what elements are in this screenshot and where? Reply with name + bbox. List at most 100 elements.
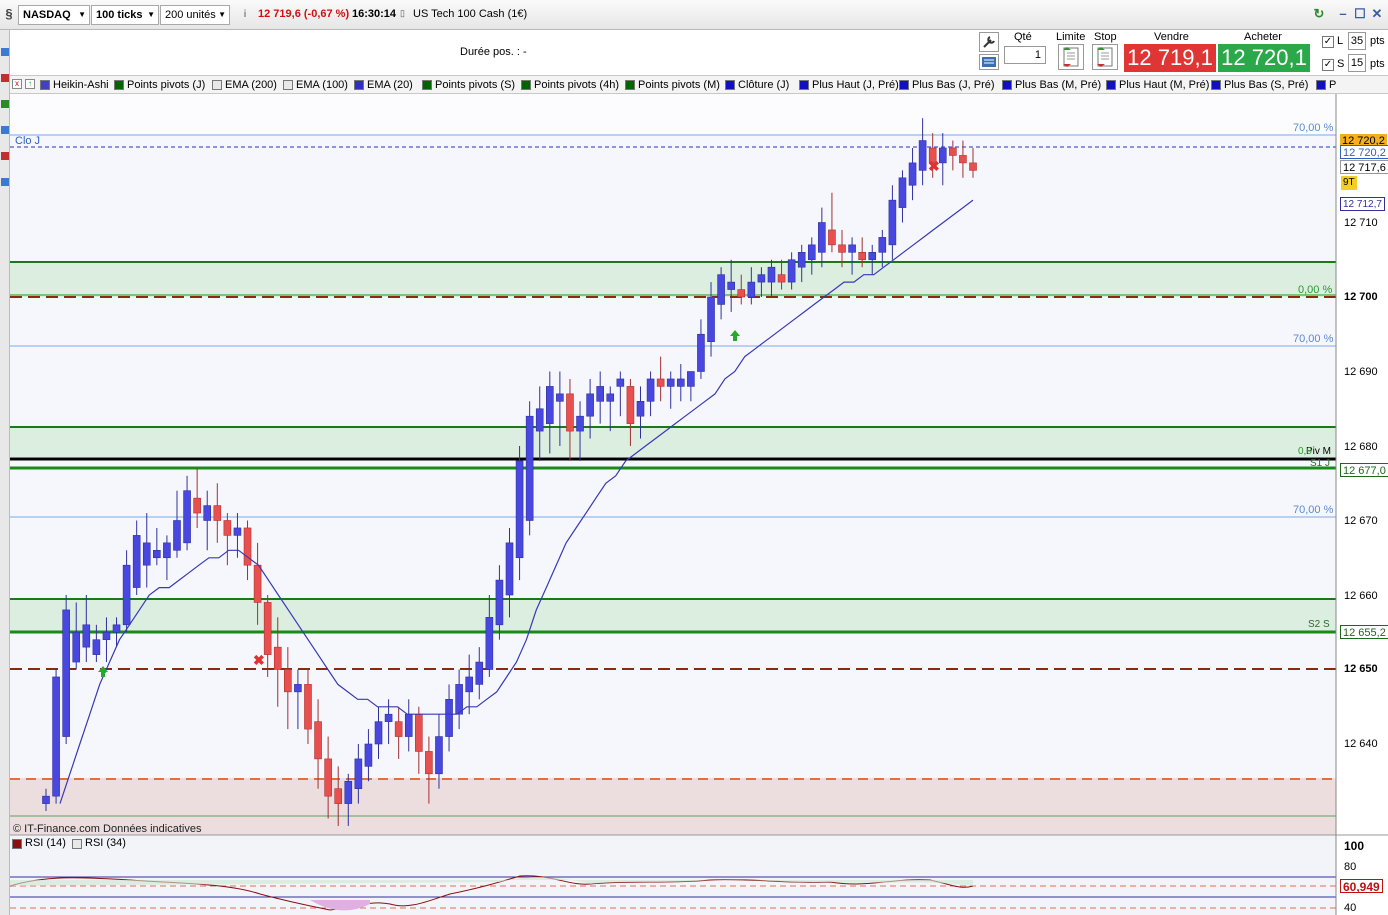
instrument-select[interactable]: NASDAQ ▼ [18, 5, 90, 25]
rsi-34-item[interactable]: RSI (34) [72, 837, 126, 849]
indicator-item[interactable]: Points pivots (S) [422, 78, 515, 92]
indicator-item[interactable]: Points pivots (4h) [521, 78, 619, 92]
candle-body [324, 758, 332, 797]
quantity-value: 1 [1034, 49, 1041, 61]
stop-order-icon [1097, 47, 1113, 67]
indicator-swatch [625, 80, 635, 90]
candle-body [273, 646, 282, 670]
stop-points-input[interactable]: 15 [1348, 54, 1366, 72]
limit-checkbox[interactable]: ✓ [1322, 36, 1334, 48]
price-chart[interactable]: ✖✖ [10, 94, 1388, 915]
limit-points-input[interactable]: 35 [1348, 32, 1366, 50]
candle-body [515, 460, 524, 559]
indicator-swatch [422, 80, 432, 90]
tool-icon[interactable] [1, 126, 9, 134]
rsi-34-swatch [72, 839, 82, 849]
candle-body [284, 669, 292, 693]
indicator-item[interactable]: Heikin-Ashi [40, 78, 109, 92]
price-tag-s1: 12 677,0 [1340, 463, 1388, 477]
candle-body [747, 281, 756, 298]
resistance-zone [10, 778, 1336, 835]
refresh-icon[interactable]: ↻ [1312, 7, 1326, 21]
fib-pct-label: 70,00 % [1293, 122, 1334, 134]
candle-body [233, 527, 242, 536]
indicator-item[interactable]: Plus Bas (J, Pré) [899, 78, 995, 92]
stop-order-button[interactable] [1092, 44, 1118, 70]
candle-body [92, 639, 101, 655]
chevron-down-icon: ▼ [218, 10, 226, 19]
candle-body [253, 564, 262, 603]
close-icon[interactable]: ✕ [1370, 7, 1384, 21]
y-tick-label: 12 640 [1344, 738, 1378, 750]
quantity-input[interactable]: 1 [1004, 46, 1046, 64]
sell-button[interactable]: 12 719,1 [1124, 44, 1216, 72]
indicator-item[interactable]: Points pivots (J) [114, 78, 205, 92]
tool-icon[interactable] [1, 100, 9, 108]
indicator-item[interactable]: Points pivots (M) [625, 78, 720, 92]
y-tick-label: 12 660 [1344, 590, 1378, 602]
units-value: 200 unités [165, 9, 216, 21]
quantity-label: Qté [1014, 31, 1032, 43]
candle-body [455, 684, 463, 715]
indicator-swatch [521, 80, 531, 90]
candle-body [727, 281, 735, 290]
y-tick-label: 12 700 [1344, 291, 1378, 303]
indicator-item[interactable]: EMA (100) [283, 78, 348, 92]
buy-button[interactable]: 12 720,1 [1218, 44, 1310, 72]
indicator-swatch [1211, 80, 1221, 90]
close-indicator-icon[interactable]: x [12, 79, 22, 89]
s1-day-label: S1 J [1310, 458, 1331, 469]
rsi-14-item[interactable]: RSI (14) [12, 837, 66, 849]
indicator-item[interactable]: EMA (200) [212, 78, 277, 92]
indicator-item[interactable]: P [1316, 78, 1336, 92]
tool-icon[interactable] [1, 48, 9, 56]
indicator-swatch [114, 80, 124, 90]
indicator-item[interactable]: Clôture (J) [725, 78, 789, 92]
indicator-item[interactable]: Plus Haut (J, Pré) [799, 78, 899, 92]
indicator-item[interactable]: Plus Bas (M, Pré) [1002, 78, 1101, 92]
candle-body [465, 676, 473, 693]
indicator-item[interactable]: Plus Bas (S, Pré) [1211, 78, 1308, 92]
buy-price: 12 720,1 [1221, 45, 1307, 70]
candle-body [938, 147, 947, 164]
candle-body [495, 579, 504, 626]
candle-body [112, 624, 121, 633]
calculator-icon-svg [982, 57, 996, 67]
candle-body [656, 378, 665, 387]
indicator-label: Plus Bas (S, Pré) [1224, 79, 1309, 91]
calculator-icon[interactable] [979, 54, 999, 70]
tool-icon[interactable] [1, 74, 9, 82]
candle-body [807, 244, 816, 261]
indicator-item[interactable]: EMA (20) [354, 78, 413, 92]
rsi-34-label: RSI (34) [85, 837, 126, 849]
candle-body [415, 713, 423, 752]
wrench-icon[interactable] [979, 32, 999, 52]
candle-body [969, 162, 977, 171]
units-select[interactable]: 200 unités ▼ [160, 5, 230, 25]
doc-icon[interactable]: ▯ [400, 8, 405, 19]
tool-icon[interactable] [1, 178, 9, 186]
candle-body [213, 505, 222, 521]
indicator-label: Points pivots (M) [638, 79, 720, 91]
maximize-icon[interactable]: ☐ [1353, 7, 1367, 21]
candle-body [908, 162, 917, 186]
limit-order-button[interactable] [1058, 44, 1084, 70]
instrument-value: NASDAQ [23, 9, 71, 21]
minimize-icon[interactable]: – [1336, 7, 1350, 21]
rsi-axis-label: 100 [1344, 839, 1365, 853]
tool-icon[interactable] [1, 152, 9, 160]
indicator-bar: x ↑ Heikin-Ashi Points pivots (J) EMA (200… [10, 76, 1388, 94]
candle-body [142, 542, 151, 566]
candle-body [294, 684, 302, 693]
candle-body [676, 378, 685, 387]
indicator-swatch [799, 80, 809, 90]
add-indicator-icon[interactable]: ↑ [25, 79, 35, 89]
indicator-item[interactable]: Plus Haut (M, Pré) [1106, 78, 1209, 92]
stop-checkbox[interactable]: ✓ [1322, 59, 1334, 71]
indicator-label: Plus Haut (M, Pré) [1119, 79, 1210, 91]
timeframe-select[interactable]: 100 ticks ▼ [91, 5, 159, 25]
info-icon[interactable]: i [238, 8, 252, 22]
candle-body [173, 520, 181, 551]
settings-icon[interactable]: § [2, 7, 16, 21]
price-tag-last: 12 717,6 [1340, 160, 1388, 174]
